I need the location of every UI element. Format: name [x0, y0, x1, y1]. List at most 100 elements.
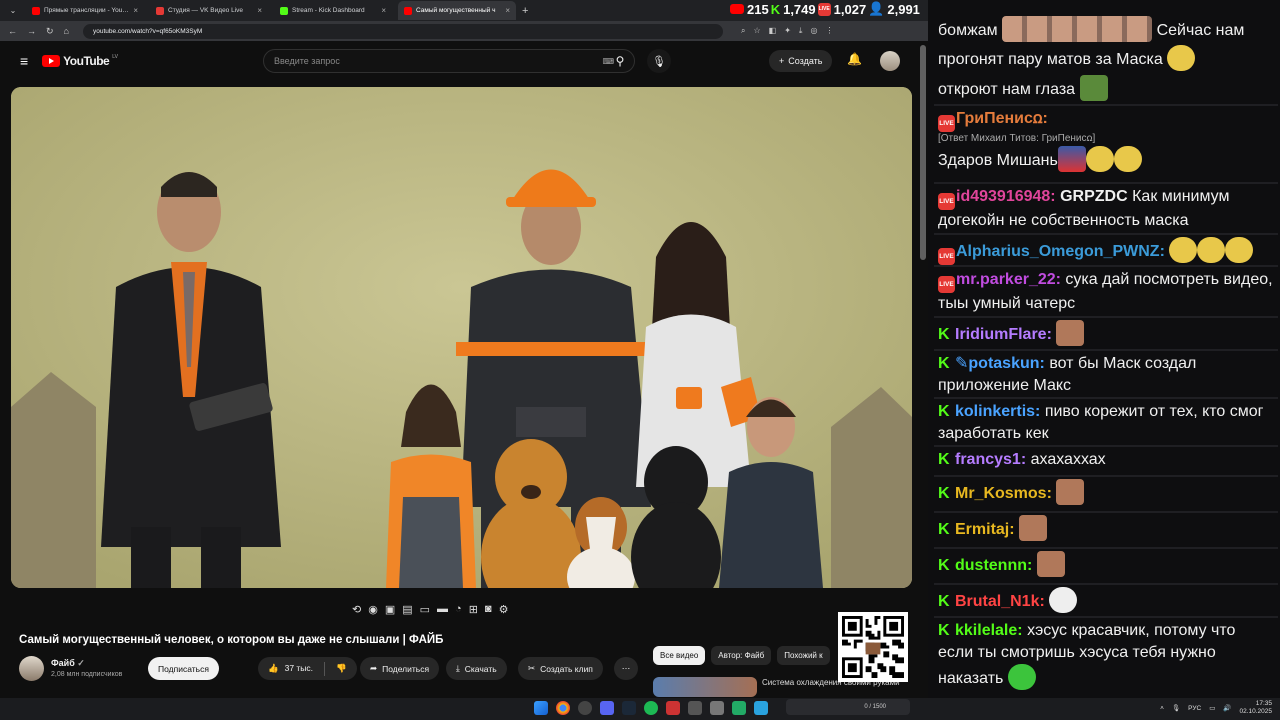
close-tab-icon[interactable]: ×: [133, 6, 138, 15]
bookmark-icon[interactable]: ☆: [753, 26, 760, 36]
start-icon[interactable]: [534, 701, 548, 715]
chat-message: K ✎potaskun: вот бы Маск создал приложени…: [938, 353, 1273, 397]
voice-search-button[interactable]: 🎙: [647, 49, 671, 73]
chip-author[interactable]: Автор: Файб: [711, 646, 772, 665]
telegram-icon[interactable]: [754, 701, 768, 715]
browser-tab-1[interactable]: Студия — VK Видео Live ×: [150, 1, 268, 20]
face-emote-icon: [1056, 479, 1085, 505]
message-text: Здаров Мишань: [938, 152, 1058, 169]
chat-nick: Mr_Kosmos:: [955, 485, 1052, 502]
channel-name[interactable]: Файб ✓: [51, 658, 85, 669]
app-icon[interactable]: [710, 701, 724, 715]
puzzle-icon[interactable]: ✦: [784, 26, 791, 36]
discord-icon[interactable]: [600, 701, 614, 715]
smiley-emote-icon: [1225, 237, 1254, 263]
more-actions-button[interactable]: ⋯: [614, 657, 638, 680]
spotify-icon[interactable]: [644, 701, 658, 715]
mic-tray-icon[interactable]: 🎙: [1172, 704, 1180, 712]
tab-search-icon[interactable]: ⌄: [6, 4, 20, 18]
film-icon[interactable]: ▤: [402, 603, 412, 616]
zoom-icon[interactable]: ⌕: [741, 26, 745, 36]
related-filter-chips: Все видео Автор: Файб Похожий к: [653, 646, 830, 665]
recommended-thumbnail[interactable]: [653, 677, 757, 697]
chip-all[interactable]: Все видео: [653, 646, 706, 665]
page-scrollbar[interactable]: [920, 45, 926, 260]
video-player[interactable]: [11, 87, 912, 588]
plus-icon: +: [779, 56, 785, 66]
camera-icon[interactable]: ◙: [485, 603, 492, 616]
share-icon: ➦: [370, 663, 378, 673]
browser-tab-0[interactable]: Прямые трансляции - YouTube ×: [26, 1, 144, 20]
notifications-bell-icon[interactable]: 🔔: [847, 52, 862, 66]
download-button[interactable]: ⤓ Скачать: [446, 657, 507, 680]
chip-similar[interactable]: Похожий к: [777, 646, 830, 665]
like-button[interactable]: 👍 37 тыс.: [268, 663, 313, 674]
browser-tab-2[interactable]: Stream - Kick Dashboard ×: [274, 1, 392, 20]
vk-favicon-icon: [156, 6, 164, 15]
message-text: Сейчас нам: [1156, 22, 1245, 39]
close-tab-icon[interactable]: ×: [257, 6, 262, 15]
search-box[interactable]: Введите запрос ⌨ ⚲: [263, 49, 635, 73]
share-button[interactable]: ➦ Поделиться: [360, 657, 440, 680]
network-icon[interactable]: ▭: [1209, 704, 1215, 712]
menu-icon[interactable]: ⋮: [825, 26, 833, 36]
viewer-count: 2,991: [887, 1, 920, 17]
reply-context: [Ответ Михаил Титов: ГриПенисꭥ]: [938, 133, 1096, 144]
extension-icon[interactable]: ◧: [769, 26, 777, 36]
home-icon[interactable]: ⌂: [64, 26, 69, 36]
face-emote-icon: [1056, 320, 1085, 346]
back-icon[interactable]: ←: [8, 26, 17, 36]
hamburger-menu-icon[interactable]: ≡: [20, 53, 28, 69]
subscriber-count: 2,08 млн подписчиков: [51, 671, 123, 678]
browser-tab-3[interactable]: Самый могущественный ч ×: [398, 1, 516, 20]
message-text: прогонят пару матов за Маска: [938, 51, 1163, 68]
profile-icon[interactable]: ◎: [810, 26, 817, 36]
forward-icon[interactable]: →: [27, 26, 36, 36]
chat-message: K IridiumFlare:: [938, 320, 1273, 346]
language-indicator[interactable]: РУС: [1188, 705, 1201, 712]
chrome-icon[interactable]: [556, 701, 570, 715]
chat-message: K Ermitaj:: [938, 515, 1273, 541]
speed-icon[interactable]: ◔: [455, 603, 462, 616]
app-icon[interactable]: [688, 701, 702, 715]
settings-gear-icon[interactable]: ⚙: [499, 603, 509, 616]
pip-icon[interactable]: ▣: [385, 603, 395, 616]
thumbs-down-icon[interactable]: 👎: [336, 663, 347, 674]
smiley-emote-icon: [1169, 237, 1198, 263]
close-tab-icon[interactable]: ×: [381, 6, 386, 15]
app-icon[interactable]: [666, 701, 680, 715]
subscribe-button[interactable]: Подписаться: [148, 657, 219, 680]
reload-icon[interactable]: ↻: [46, 26, 54, 37]
youtube-logo[interactable]: YouTube LV: [42, 54, 118, 68]
clock[interactable]: 17:35 02.10.2025: [1239, 700, 1272, 716]
tab-title: Прямые трансляции - YouTube: [44, 7, 130, 14]
theater-icon[interactable]: ▬: [437, 603, 448, 616]
download-icon[interactable]: ⤓: [799, 26, 803, 36]
search-button[interactable]: ⚲: [604, 50, 636, 72]
address-bar[interactable]: youtube.com/watch?v=qf65oKM3SyM: [82, 23, 723, 39]
qr-code: [838, 612, 908, 682]
new-tab-icon[interactable]: +: [522, 5, 528, 17]
steam-icon[interactable]: [622, 701, 636, 715]
fullscreen-icon[interactable]: ▭: [420, 603, 430, 616]
youtube-play-icon: [42, 55, 61, 67]
channel-avatar[interactable]: [19, 656, 44, 681]
app-icon[interactable]: [732, 701, 746, 715]
chat-message: откроют нам глаза: [938, 75, 1273, 101]
chat-message: бомжам Сейчас нам: [938, 16, 1273, 42]
logo-text: YouTube: [63, 54, 110, 68]
chat-nick: kolinkertis:: [955, 403, 1041, 420]
volume-icon[interactable]: 🔊: [1223, 704, 1231, 712]
broadcast-icon[interactable]: ◉: [368, 603, 378, 616]
chat-divider: [934, 349, 1278, 351]
obs-icon[interactable]: [578, 701, 592, 715]
youtube-header: ≡ YouTube LV Введите запрос ⌨ ⚲ 🎙 + Созда…: [0, 41, 922, 81]
search-input[interactable]: Введите запрос: [274, 56, 602, 66]
create-clip-button[interactable]: ✂ Создать клип: [518, 657, 603, 680]
loop-icon[interactable]: ⟲: [352, 603, 361, 616]
add-icon[interactable]: ⊞: [469, 603, 478, 616]
chevron-up-icon[interactable]: ˄: [1160, 705, 1164, 712]
close-tab-icon[interactable]: ×: [505, 6, 510, 15]
create-button[interactable]: + Создать: [769, 50, 833, 72]
account-avatar[interactable]: [880, 51, 900, 71]
